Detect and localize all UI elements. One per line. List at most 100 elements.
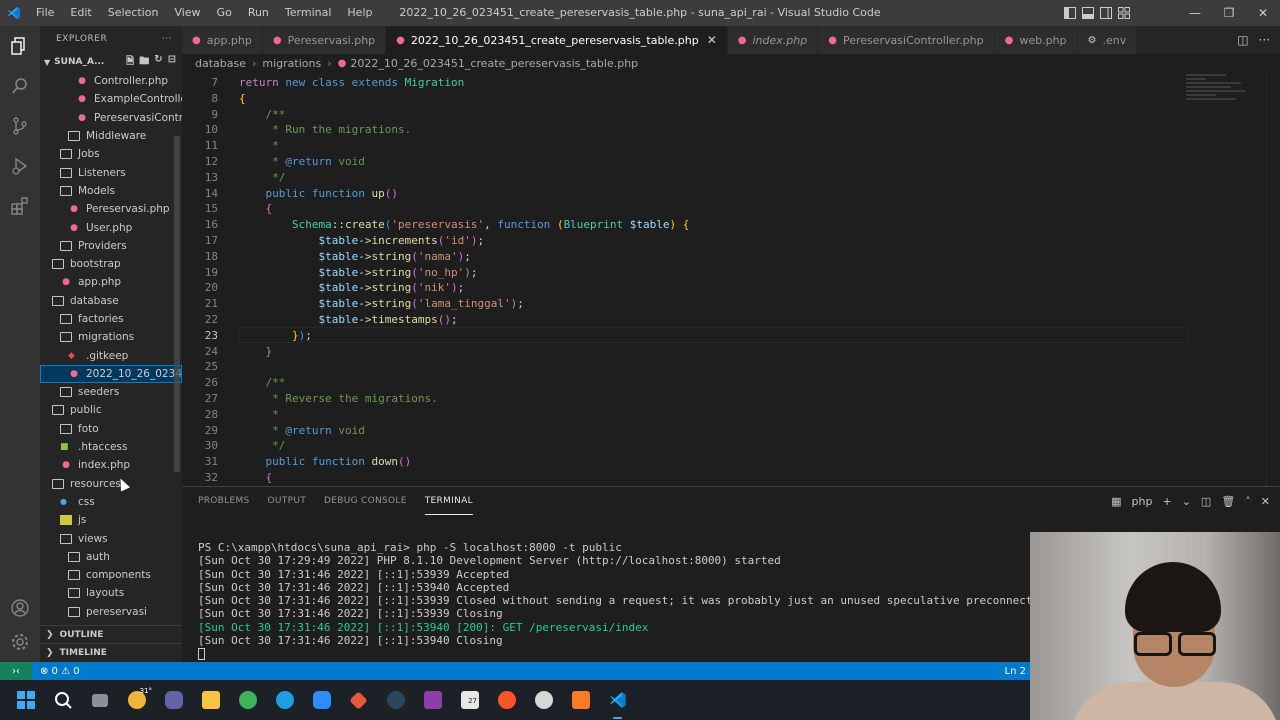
- editor-tab[interactable]: ● PereservasiController.php: [818, 26, 995, 54]
- editor-tab[interactable]: ● app.php: [182, 26, 263, 54]
- editor-tab[interactable]: ● 2022_10_26_023451_create_pereservasis_t…: [386, 26, 728, 54]
- menu-file[interactable]: File: [28, 0, 62, 26]
- minimize-button[interactable]: —: [1178, 0, 1212, 26]
- editor-tab[interactable]: ● Pereservasi.php: [262, 26, 387, 54]
- tree-folder[interactable]: resources: [40, 475, 182, 493]
- toggle-panel-icon[interactable]: [1082, 7, 1094, 19]
- editor-tab[interactable]: ⚙ .env: [1077, 26, 1138, 54]
- tree-folder[interactable]: Providers: [40, 237, 182, 255]
- edge-icon[interactable]: [271, 687, 298, 714]
- customize-layout-icon[interactable]: [1118, 7, 1130, 19]
- toggle-sidebar-icon[interactable]: [1064, 7, 1076, 19]
- close-panel-icon[interactable]: ✕: [1261, 495, 1270, 508]
- tree-file[interactable]: js: [40, 511, 182, 529]
- menu-help[interactable]: Help: [339, 0, 380, 26]
- editor-tab[interactable]: ● index.php: [727, 26, 819, 54]
- new-file-icon[interactable]: 🗎: [126, 54, 134, 71]
- explorer-icon[interactable]: [0, 26, 40, 66]
- search-icon[interactable]: [49, 687, 76, 714]
- winrar-icon[interactable]: [419, 687, 446, 714]
- new-terminal-icon[interactable]: +: [1162, 495, 1171, 508]
- editor-scrollbar[interactable]: [1266, 72, 1280, 486]
- github-desktop-icon[interactable]: [530, 687, 557, 714]
- breadcrumb-item[interactable]: 2022_10_26_023451_create_pereservasis_ta…: [350, 57, 638, 70]
- tree-file[interactable]: ● css: [40, 493, 182, 511]
- menu-go[interactable]: Go: [209, 0, 240, 26]
- xampp-icon[interactable]: [567, 687, 594, 714]
- menu-edit[interactable]: Edit: [62, 0, 99, 26]
- menu-run[interactable]: Run: [240, 0, 277, 26]
- tree-file[interactable]: ● app.php: [40, 273, 182, 291]
- menu-view[interactable]: View: [166, 0, 208, 26]
- source-control-icon[interactable]: [0, 106, 40, 146]
- tab-debug-console[interactable]: DEBUG CONSOLE: [324, 487, 407, 515]
- project-root[interactable]: ▼ SUNA_A... 🗎 🖿 ↻ ⊟: [40, 52, 182, 72]
- steam-icon[interactable]: [382, 687, 409, 714]
- terminal-output[interactable]: PS C:\xampp\htdocs\suna_api_rai> php -S …: [198, 541, 1052, 661]
- tree-folder[interactable]: layouts: [40, 584, 182, 602]
- windows-start-icon[interactable]: [12, 687, 39, 714]
- terminal-shell-label[interactable]: php: [1132, 495, 1153, 508]
- edge-dev-icon[interactable]: [234, 687, 261, 714]
- tree-file[interactable]: ● 2022_10_26_02345...: [40, 364, 182, 384]
- tree-folder[interactable]: Middleware: [40, 127, 182, 145]
- tree-file[interactable]: ● Pereservasi.php: [40, 200, 182, 218]
- editor-tab[interactable]: ● web.php: [994, 26, 1078, 54]
- collapse-all-icon[interactable]: ⊟: [168, 54, 176, 71]
- tree-folder[interactable]: seeders: [40, 383, 182, 401]
- tab-terminal[interactable]: TERMINAL: [424, 487, 473, 515]
- tree-folder[interactable]: migrations: [40, 328, 182, 346]
- tree-folder[interactable]: Models: [40, 182, 182, 200]
- new-folder-icon[interactable]: 🖿: [139, 54, 149, 71]
- tree-folder[interactable]: bootstrap: [40, 255, 182, 273]
- tree-file[interactable]: ◆ .gitkeep: [40, 346, 182, 364]
- close-button[interactable]: ✕: [1246, 0, 1280, 26]
- more-actions-icon[interactable]: ···: [162, 34, 172, 44]
- tree-file[interactable]: ■ .htaccess: [40, 438, 182, 456]
- tree-file[interactable]: ● User.php: [40, 218, 182, 236]
- tree-file[interactable]: ● Controller.php: [40, 72, 182, 90]
- calendar-app-icon[interactable]: 27: [456, 687, 483, 714]
- teams-chat-icon[interactable]: [160, 687, 187, 714]
- tab-output[interactable]: OUTPUT: [268, 487, 306, 515]
- close-tab-icon[interactable]: ✕: [707, 33, 717, 47]
- tree-folder[interactable]: pereservasi: [40, 603, 182, 621]
- code-content[interactable]: return new class extends Migration { /**…: [239, 75, 689, 486]
- task-view-icon[interactable]: [86, 687, 113, 714]
- tree-folder[interactable]: database: [40, 292, 182, 310]
- tree-folder[interactable]: factories: [40, 310, 182, 328]
- weather-icon[interactable]: 31°: [123, 687, 152, 714]
- tree-folder[interactable]: components: [40, 566, 182, 584]
- tree-folder[interactable]: views: [40, 529, 182, 547]
- settings-gear-icon[interactable]: [0, 622, 40, 662]
- file-explorer-icon[interactable]: [197, 687, 224, 714]
- tree-file[interactable]: ● ExampleControlle...: [40, 90, 182, 108]
- code-editor[interactable]: 7 8 9 10 11 12 13 14 15 16 17 18 19 20 21 22 23 24 25 26 27 2…: [182, 72, 1280, 486]
- refresh-icon[interactable]: ↻: [154, 54, 162, 71]
- tree-folder[interactable]: Jobs: [40, 145, 182, 163]
- breadcrumb-item[interactable]: database: [195, 57, 246, 70]
- maximize-button[interactable]: ❐: [1212, 0, 1246, 26]
- chevron-up-icon[interactable]: ˄: [1245, 495, 1251, 508]
- tree-file[interactable]: ● PereservasiContr...: [40, 109, 182, 127]
- timeline-section[interactable]: ❯ TIMELINE: [40, 643, 182, 661]
- tab-problems[interactable]: PROBLEMS: [198, 487, 250, 515]
- extensions-icon[interactable]: [0, 186, 40, 226]
- menu-terminal[interactable]: Terminal: [277, 0, 340, 26]
- cursor-position[interactable]: Ln 2: [1005, 666, 1030, 677]
- problems-count[interactable]: ⊗ 0 ⚠ 0: [32, 666, 80, 677]
- minimap[interactable]: [1186, 72, 1266, 132]
- trash-icon[interactable]: 🗑: [1221, 495, 1235, 508]
- tree-folder[interactable]: Listeners: [40, 163, 182, 181]
- tree-folder[interactable]: auth: [40, 548, 182, 566]
- sidebar-scrollbar[interactable]: [174, 136, 180, 472]
- search-icon[interactable]: [0, 66, 40, 106]
- brave-icon[interactable]: [493, 687, 520, 714]
- toggle-secondary-sidebar-icon[interactable]: [1100, 7, 1112, 19]
- breadcrumb-item[interactable]: migrations: [262, 57, 321, 70]
- tree-folder[interactable]: foto: [40, 420, 182, 438]
- zoom-icon[interactable]: [308, 687, 335, 714]
- split-terminal-icon[interactable]: ◫: [1201, 495, 1211, 508]
- tree-file[interactable]: ● index.php: [40, 456, 182, 474]
- vscode-taskbar-icon[interactable]: [604, 687, 631, 719]
